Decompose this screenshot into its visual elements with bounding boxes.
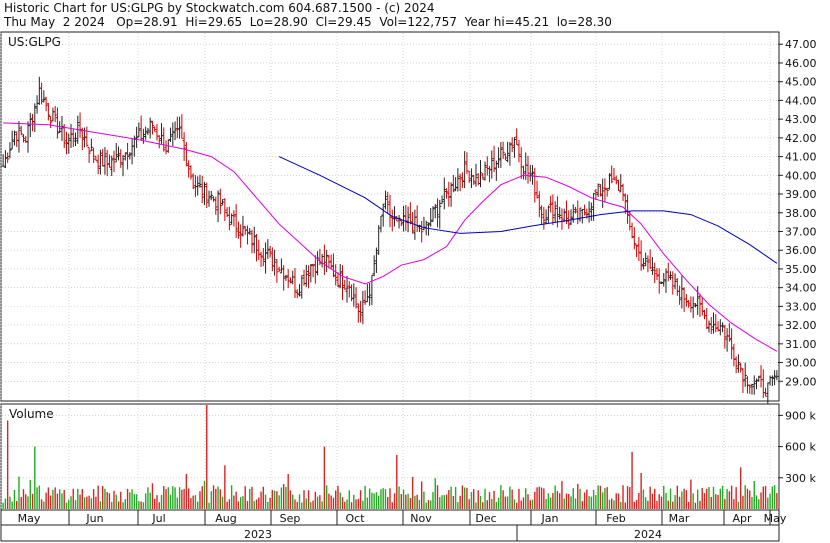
price-axis-ticks: 29.00 30.00 31.00 32.00 33.00 34.00 35.00 36.00… [778,38,817,388]
price-tick-label: 46.00 [785,57,817,70]
stock-chart: US:GLPG 29.00 30.00 31.00 32.00 33.00 34.00 35… [0,31,817,542]
volume-axis-ticks: 300 k 600 k 900 k [778,409,816,485]
volume-tick-label: 300 k [785,472,816,485]
price-tick-label: 45.00 [785,76,817,89]
month-label: Oct [345,512,365,525]
month-label: Apr [732,512,752,525]
price-tick-label: 35.00 [785,263,817,276]
price-tick-label: 38.00 [785,207,817,220]
price-tick-label: 39.00 [785,188,817,201]
price-panel-symbol: US:GLPG [8,35,61,49]
month-label: Dec [475,512,496,525]
price-tick-label: 29.00 [785,375,817,388]
month-label: Jan [541,512,559,525]
price-tick-label: 42.00 [785,132,817,145]
price-tick-label: 30.00 [785,357,817,370]
month-label: May [764,512,787,525]
year-axis-frame [0,524,780,542]
volume-tick-label: 900 k [785,409,816,422]
month-label: Nov [410,512,432,525]
price-tick-label: 43.00 [785,113,817,126]
month-label: May [18,512,41,525]
price-tick-label: 31.00 [785,338,817,351]
price-tick-label: 44.00 [785,94,817,107]
month-label: Mar [669,512,690,525]
year-label: 2023 [244,528,272,541]
month-label: Feb [606,512,625,525]
price-tick-label: 32.00 [785,319,817,332]
price-tick-label: 36.00 [785,244,817,257]
month-label: Jul [151,512,165,525]
price-tick-label: 40.00 [785,169,817,182]
month-label: Sep [280,512,301,525]
price-tick-label: 33.00 [785,300,817,313]
month-label: Aug [215,512,236,525]
month-label: Jun [85,512,103,525]
year-label: 2024 [634,528,662,541]
price-tick-label: 37.00 [785,225,817,238]
price-tick-label: 41.00 [785,151,817,164]
volume-tick-label: 600 k [785,441,816,454]
price-tick-label: 47.00 [785,38,817,51]
volume-panel-label: Volume [9,407,54,421]
price-tick-label: 34.00 [785,282,817,295]
